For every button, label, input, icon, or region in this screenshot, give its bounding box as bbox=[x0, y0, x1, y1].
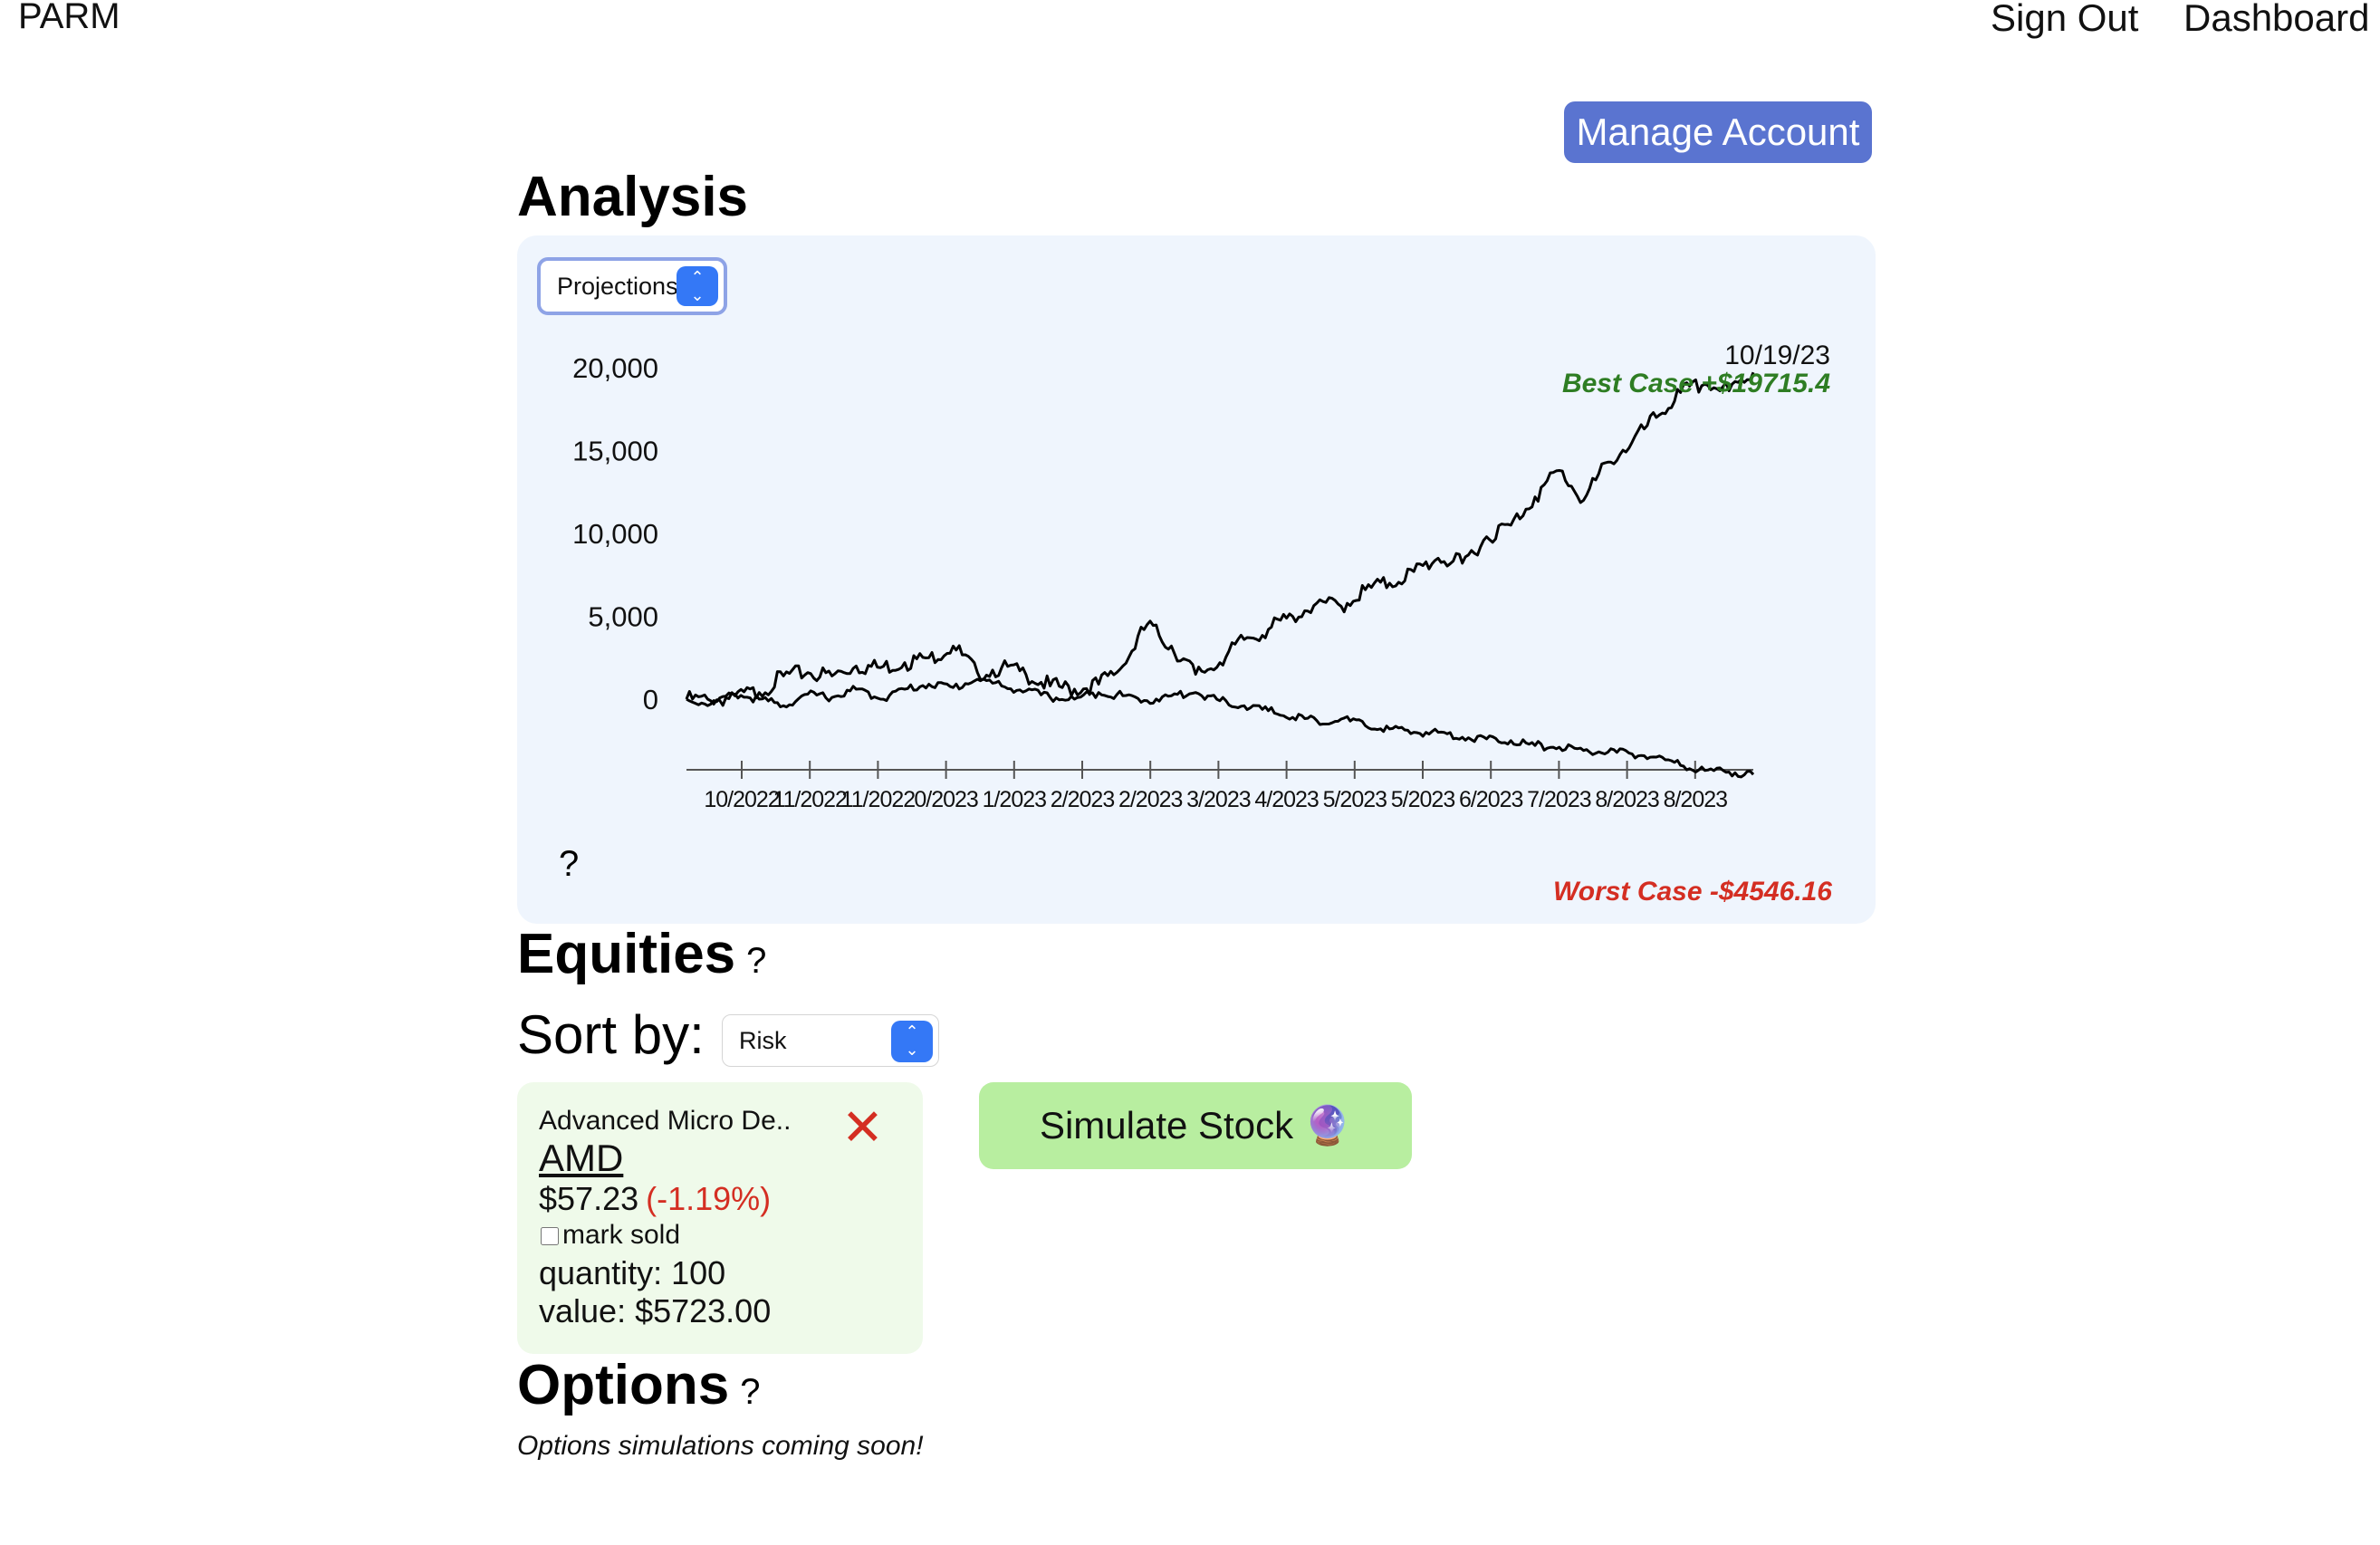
y-tick-label: 10,000 bbox=[572, 518, 658, 550]
x-axis: 10/202211/202211/2022 0/2023 1/2023 2/2023 2… bbox=[686, 761, 1753, 812]
navbar: PARM Sign Out Dashboard bbox=[0, 0, 2380, 54]
y-axis: 0 5,000 10,000 15,000 20,000 bbox=[572, 352, 658, 715]
select-chevron-icon: ⌃ ⌄ bbox=[677, 266, 718, 306]
equities-title: Equities? bbox=[517, 922, 766, 986]
x-tick-label: 11/2022 bbox=[841, 787, 916, 812]
sort-by-label: Sort by: bbox=[517, 1004, 705, 1065]
x-tick-label: 8/2023 bbox=[1595, 787, 1659, 812]
dashboard-link[interactable]: Dashboard bbox=[2183, 0, 2369, 40]
brand-logo[interactable]: PARM bbox=[18, 0, 120, 37]
sign-out-link[interactable]: Sign Out bbox=[1991, 0, 2138, 40]
x-tick-label: 11/2022 bbox=[773, 787, 847, 812]
x-tick-label: 10/2022 bbox=[704, 787, 779, 812]
x-tick-label: 8/2023 bbox=[1664, 787, 1728, 812]
equity-name: Advanced Micro De.. bbox=[539, 1106, 792, 1136]
options-title-text: Options bbox=[517, 1354, 730, 1416]
equity-price: $57.23 bbox=[539, 1180, 639, 1217]
equity-value: value: $5723.00 bbox=[539, 1292, 772, 1329]
mark-sold-row[interactable]: mark sold bbox=[539, 1220, 680, 1251]
best-case-label: Best Case +$19715.4 bbox=[1562, 369, 1830, 398]
y-tick-label: 0 bbox=[643, 684, 658, 715]
mark-sold-label: mark sold bbox=[562, 1220, 681, 1250]
projection-chart: 05,00010,00015,00020,000 10/202211/20221… bbox=[572, 341, 1830, 812]
simulate-stock-button[interactable]: Simulate Stock 🔮 bbox=[979, 1082, 1412, 1169]
options-message: Options simulations coming soon! bbox=[517, 1431, 924, 1461]
mark-sold-checkbox[interactable] bbox=[541, 1227, 559, 1245]
worst-case-label: Worst Case -$4546.16 bbox=[1553, 877, 1832, 907]
y-tick-label: 20,000 bbox=[572, 352, 658, 384]
x-tick-label: 2/2023 bbox=[1118, 787, 1183, 812]
x-tick-label: 6/2023 bbox=[1459, 787, 1523, 812]
sort-select[interactable]: Risk ⌃ ⌄ bbox=[722, 1014, 939, 1067]
analysis-title-text: Analysis bbox=[517, 166, 749, 228]
options-title: Options? bbox=[517, 1353, 760, 1417]
equity-price-row: $57.23 (-1.19%) bbox=[539, 1180, 771, 1218]
x-tick-label: 4/2023 bbox=[1254, 787, 1319, 812]
equity-quantity: quantity: 100 bbox=[539, 1254, 726, 1291]
equity-card: Advanced Micro De.. AMD ✕ $57.23 (-1.19%)… bbox=[517, 1082, 923, 1354]
best-case-line bbox=[685, 371, 1755, 707]
analysis-panel: 0 5,000 10,000 15,000 20,000 10/2022 11/2022 1… bbox=[517, 235, 1876, 924]
x-tick-label: 2/2023 bbox=[1051, 787, 1115, 812]
manage-account-button[interactable]: Manage Account bbox=[1564, 101, 1872, 163]
y-tick-label: 5,000 bbox=[588, 601, 658, 633]
select-chevron-icon: ⌃ ⌄ bbox=[891, 1021, 933, 1062]
y-tick-label: 15,000 bbox=[572, 436, 658, 467]
x-tick-label: 0/2023 bbox=[914, 787, 978, 812]
x-tick-label: 1/2023 bbox=[983, 787, 1047, 812]
analysis-help-icon[interactable]: ? bbox=[559, 844, 579, 885]
chart-date-label: 10/19/23 bbox=[1724, 341, 1830, 370]
x-tick-label: 5/2023 bbox=[1323, 787, 1387, 812]
equities-title-text: Equities bbox=[517, 923, 736, 985]
equity-ticker-link[interactable]: AMD bbox=[539, 1137, 623, 1180]
worst-case-line bbox=[686, 677, 1755, 779]
x-tick-label: 7/2023 bbox=[1527, 787, 1591, 812]
x-tick-label: 3/2023 bbox=[1186, 787, 1251, 812]
analysis-view-select-value: Projections bbox=[557, 273, 678, 300]
equity-change: (-1.19%) bbox=[646, 1180, 772, 1217]
chart-lines bbox=[685, 371, 1755, 779]
options-help-icon[interactable]: ? bbox=[740, 1372, 760, 1412]
equities-help-icon[interactable]: ? bbox=[746, 941, 766, 981]
remove-x-icon[interactable]: ✕ bbox=[841, 1102, 884, 1153]
x-tick-label: 5/2023 bbox=[1391, 787, 1455, 812]
analysis-title: Analysis bbox=[517, 165, 748, 229]
analysis-view-select[interactable]: Projections ⌃ ⌄ bbox=[537, 257, 727, 315]
sort-select-value: Risk bbox=[739, 1027, 787, 1054]
